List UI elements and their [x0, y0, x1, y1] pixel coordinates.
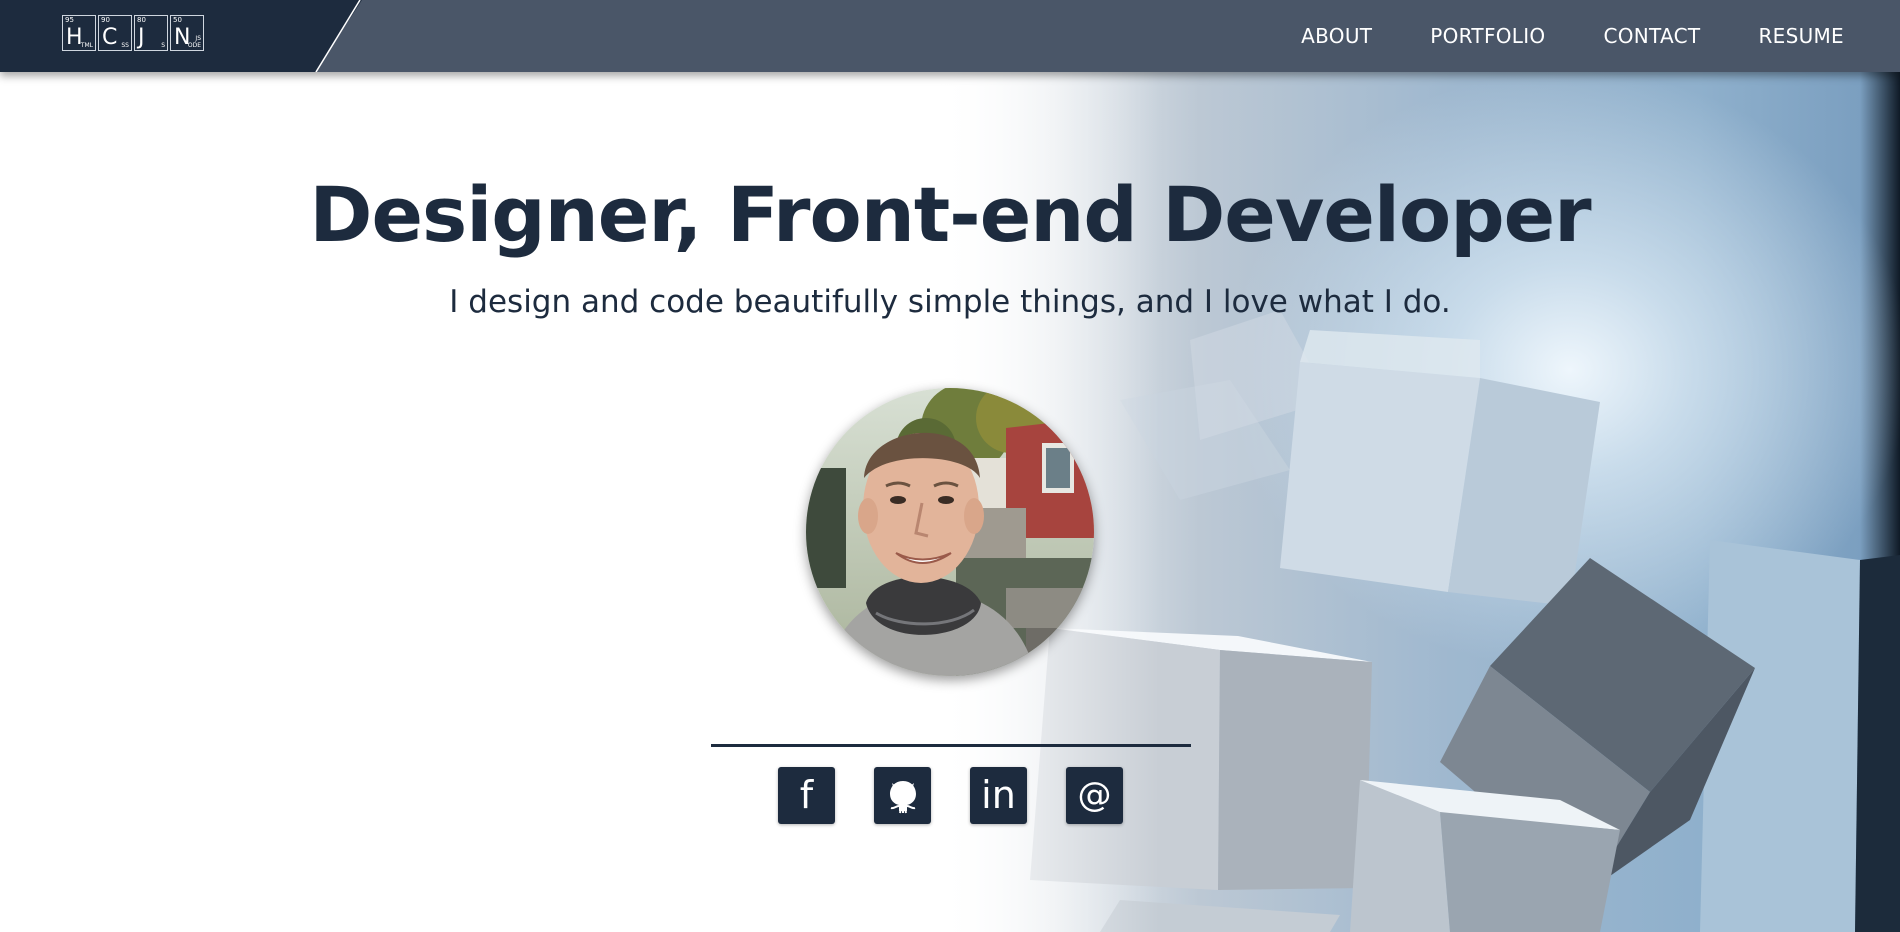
logo-tile-node: 50 N JS ODE	[170, 15, 204, 51]
tile-number: 80	[137, 16, 146, 24]
tile-sub: SS	[121, 42, 129, 49]
nav-contact[interactable]: CONTACT	[1603, 24, 1700, 48]
linkedin-button[interactable]: in	[970, 767, 1027, 824]
tile-number: 50	[173, 16, 182, 24]
email-button[interactable]: @	[1066, 767, 1123, 824]
avatar	[806, 388, 1094, 676]
tile-sub: TML	[80, 42, 93, 49]
tile-number: 95	[65, 16, 74, 24]
nav-about[interactable]: ABOUT	[1301, 24, 1372, 48]
tile-symbol: J	[138, 25, 145, 50]
logo[interactable]: 95 H TML 90 C SS 80 J S 50 N JS ODE	[62, 15, 204, 51]
github-button[interactable]	[874, 767, 931, 824]
nav-resume[interactable]: RESUME	[1758, 24, 1844, 48]
facebook-button[interactable]: f	[778, 767, 835, 824]
logo-tile-css: 90 C SS	[98, 15, 132, 51]
header-slash-line	[315, 0, 361, 72]
avatar-photo	[806, 388, 1094, 676]
nav-portfolio[interactable]: PORTFOLIO	[1430, 24, 1545, 48]
logo-tile-js: 80 J S	[134, 15, 168, 51]
social-links: f in @	[778, 767, 1123, 824]
tile-symbol: C	[102, 25, 118, 50]
facebook-icon: f	[799, 773, 814, 817]
tile-sub: JS ODE	[187, 35, 201, 49]
logo-tile-html: 95 H TML	[62, 15, 96, 51]
tile-sub: S	[161, 42, 165, 49]
tile-number: 90	[101, 16, 110, 24]
main-nav: ABOUT PORTFOLIO CONTACT RESUME	[1301, 0, 1844, 72]
hero-section: Designer, Front-end Developer I design a…	[0, 72, 1900, 932]
hero-subtitle: I design and code beautifully simple thi…	[449, 284, 1451, 320]
github-icon	[889, 780, 916, 813]
linkedin-icon: in	[981, 773, 1016, 817]
site-header: 95 H TML 90 C SS 80 J S 50 N JS ODE ABOU…	[0, 0, 1900, 72]
divider	[711, 744, 1191, 747]
page-title: Designer, Front-end Developer	[309, 170, 1591, 259]
email-icon: @	[1077, 775, 1112, 815]
